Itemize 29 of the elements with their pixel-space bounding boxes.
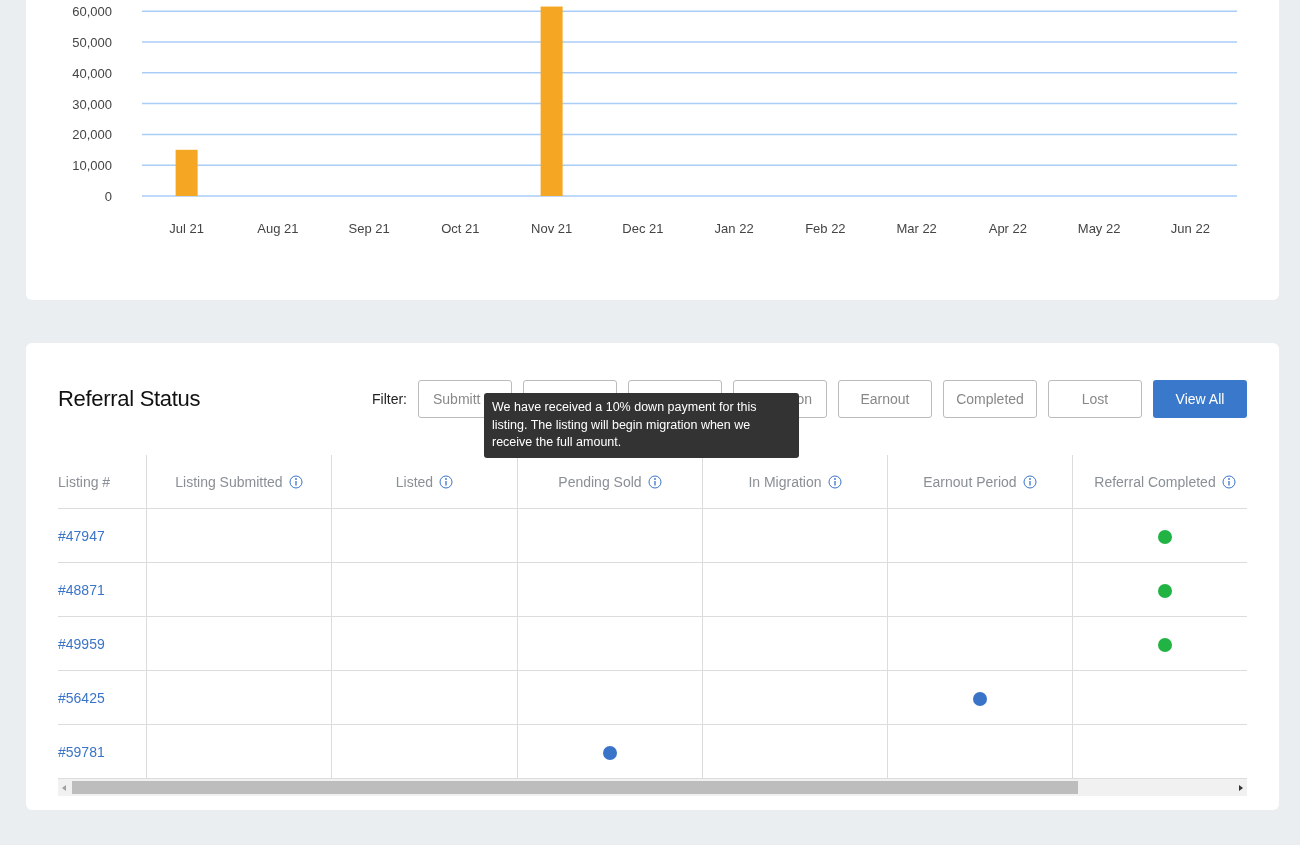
column-header: In Migration xyxy=(748,473,822,490)
column-header: Referral Completed xyxy=(1094,473,1216,490)
y-axis-label: 0 xyxy=(104,189,112,204)
column-header: Earnout Period xyxy=(923,473,1017,490)
column-header: Listed xyxy=(395,473,434,490)
filter-label: Filter: xyxy=(372,391,407,407)
y-axis-label: 60,000 xyxy=(72,4,112,20)
column-header: Pending Sold xyxy=(558,473,642,490)
tooltip: We have received a 10% down payment for this listing. The listing will begin migration when we receive the full amount. xyxy=(484,393,799,458)
x-axis-label: Dec 21 xyxy=(622,221,664,236)
x-axis-label: Nov 21 xyxy=(531,221,573,236)
column-header: Listing Submitted xyxy=(175,473,283,490)
column-header: Listing # xyxy=(58,473,111,490)
section-title: Referral Status xyxy=(58,386,202,412)
y-axis-label: 30,000 xyxy=(72,96,112,112)
y-axis-label: 50,000 xyxy=(72,34,112,50)
x-axis-label: Sep 21 xyxy=(348,221,390,236)
x-axis-label: Jan 22 xyxy=(714,221,754,236)
x-axis-label: Jun 22 xyxy=(1170,221,1210,236)
x-axis-label: May 22 xyxy=(1077,221,1121,236)
x-axis-label: Mar 22 xyxy=(896,221,937,236)
y-axis-label: 20,000 xyxy=(72,127,112,143)
y-axis-label: 40,000 xyxy=(72,65,112,81)
x-axis-label: Oct 21 xyxy=(441,221,480,236)
x-axis-label: Feb 22 xyxy=(805,221,846,236)
x-axis-label: Aug 21 xyxy=(257,221,299,236)
y-axis-label: 10,000 xyxy=(72,158,112,174)
x-axis-label: Jul 21 xyxy=(169,221,204,236)
x-axis-label: Apr 22 xyxy=(988,221,1028,236)
